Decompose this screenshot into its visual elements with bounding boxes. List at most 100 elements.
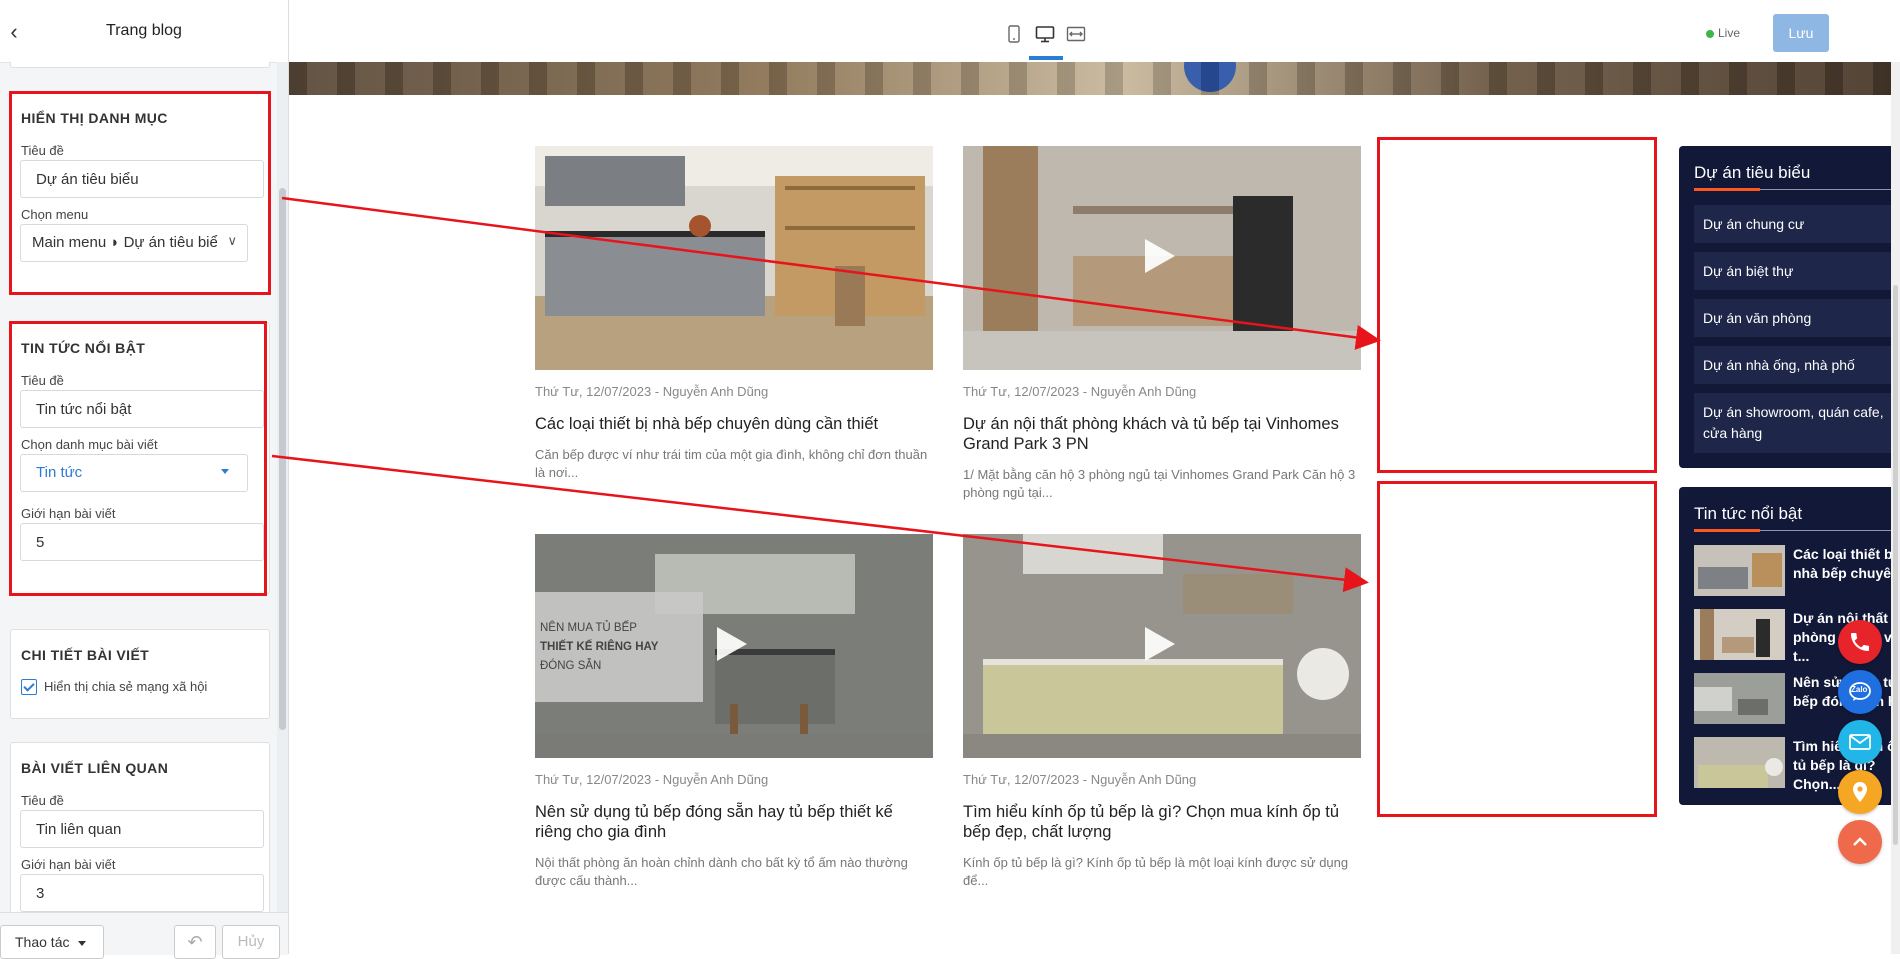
related-posts-card: BÀI VIẾT LIÊN QUAN Tiêu đề Giới hạn bài … xyxy=(10,742,270,912)
related-title-label: Tiêu đề xyxy=(21,793,64,808)
featured-limit-input[interactable] xyxy=(20,523,264,561)
featured-category-value: Tin tức xyxy=(36,464,83,481)
post-title[interactable]: Tìm hiểu kính ốp tủ bếp là gì? Chọn mua … xyxy=(963,802,1361,842)
widget-divider-accent xyxy=(1694,188,1760,191)
post-excerpt: Căn bếp được ví như trái tim của một gia… xyxy=(535,447,928,480)
sidebar-title: Trang blog xyxy=(106,22,182,39)
widget-menu-item[interactable]: Dự án nhà ống, nhà phố xyxy=(1694,346,1891,384)
post-thumbnail[interactable] xyxy=(963,146,1361,370)
related-title-input[interactable] xyxy=(20,810,264,848)
post-meta: Thứ Tư, 12/07/2023 - Nguyễn Anh Dũng xyxy=(535,772,769,787)
mail-icon xyxy=(1849,734,1871,750)
category-menu-label: Chọn menu xyxy=(21,207,89,222)
news-thumbnail[interactable] xyxy=(1694,609,1785,660)
widget-menu-item[interactable]: Dự án showroom, quán cafe, cửa hàng xyxy=(1694,393,1891,453)
zalo-label: Zalo xyxy=(1851,685,1868,694)
live-status-dot xyxy=(1706,30,1714,38)
overlay-line: NÊN MUA TỦ BẾP xyxy=(540,622,637,634)
page-preview: Thứ Tư, 12/07/2023 - Nguyễn Anh Dũng Các… xyxy=(289,62,1891,954)
category-menu-value: Main menu ◗ Dự án tiêu biểu xyxy=(32,234,218,251)
play-icon[interactable] xyxy=(717,627,747,661)
post-meta: Thứ Tư, 12/07/2023 - Nguyễn Anh Dũng xyxy=(963,772,1197,787)
widget-menu-item[interactable]: Dự án biệt thự xyxy=(1694,252,1891,290)
share-checkbox[interactable] xyxy=(21,679,37,695)
widget-divider xyxy=(1694,529,1891,532)
desktop-view-icon[interactable] xyxy=(1035,24,1055,44)
category-display-card: HIỂN THỊ DANH MỤC Tiêu đề Chọn menu Main… xyxy=(10,92,270,294)
settings-sidebar: ‹ Trang blog HIỂN THỊ DANH MỤC Tiêu đề C… xyxy=(0,0,289,959)
related-limit-input[interactable] xyxy=(20,874,264,912)
share-checkbox-label: Hiển thị chia sẻ mạng xã hội xyxy=(44,679,208,694)
post-meta: Thứ Tư, 12/07/2023 - Nguyễn Anh Dũng xyxy=(535,384,769,399)
location-pin-icon xyxy=(1853,782,1867,802)
phone-icon xyxy=(1851,633,1869,651)
editor-toolbar: Live Lưu xyxy=(289,0,1900,63)
category-title-label: Tiêu đề xyxy=(21,143,64,158)
play-icon[interactable] xyxy=(1145,239,1175,273)
featured-news-heading: TIN TỨC NỔI BẬT xyxy=(21,340,146,356)
sidebar-footer: Thao tác ↶ Hủy xyxy=(0,912,288,959)
sidebar-scroll-area: HIỂN THỊ DANH MỤC Tiêu đề Chọn menu Main… xyxy=(0,62,276,912)
zalo-button[interactable]: Zalo xyxy=(1838,670,1882,714)
live-status-label: Live xyxy=(1718,26,1741,40)
category-menu-select[interactable]: Main menu ◗ Dự án tiêu biểu ∨ xyxy=(20,224,248,262)
caret-down-icon xyxy=(78,941,86,946)
projects-widget-title: Dự án tiêu biểu xyxy=(1694,163,1811,182)
phone-button[interactable] xyxy=(1838,620,1882,664)
featured-limit-label: Giới hạn bài viết xyxy=(21,506,116,521)
blog-post-card[interactable]: NÊN MUA TỦ BẾP THIẾT KẾ RIÊNG HAY ĐÓNG S… xyxy=(535,534,933,888)
post-detail-card: CHI TIẾT BÀI VIẾT Hiển thị chia sẻ mạng … xyxy=(10,629,270,719)
overlay-line: THIẾT KẾ RIÊNG HAY xyxy=(540,641,659,653)
widget-menu-item[interactable]: Dự án chung cư xyxy=(1694,205,1891,243)
post-excerpt: 1/ Mặt bằng căn hộ 3 phòng ngủ tại Vinho… xyxy=(963,467,1356,500)
post-meta: Thứ Tư, 12/07/2023 - Nguyễn Anh Dũng xyxy=(963,384,1197,399)
post-excerpt: Nội thất phòng ăn hoàn chỉnh dành cho bấ… xyxy=(535,855,908,888)
preview-scrollbar-thumb[interactable] xyxy=(1893,285,1898,845)
related-limit-label: Giới hạn bài viết xyxy=(21,857,116,872)
category-title-input[interactable] xyxy=(20,160,264,198)
sidebar-scrollbar-thumb[interactable] xyxy=(279,188,286,730)
widget-divider xyxy=(1694,188,1891,191)
featured-title-input[interactable] xyxy=(20,390,264,428)
post-thumbnail[interactable]: NÊN MUA TỦ BẾP THIẾT KẾ RIÊNG HAY ĐÓNG S… xyxy=(535,534,933,758)
email-button[interactable] xyxy=(1838,720,1882,764)
previous-settings-card xyxy=(10,62,270,68)
post-title[interactable]: Nên sử dụng tủ bếp đóng sẵn hay tủ bếp t… xyxy=(535,802,933,842)
thumbnail-overlay-text: NÊN MUA TỦ BẾP THIẾT KẾ RIÊNG HAY ĐÓNG S… xyxy=(540,619,658,676)
news-item-title[interactable]: Các loại thiết bị nhà bếp chuyên... xyxy=(1793,545,1891,583)
post-title[interactable]: Dự án nội thất phòng khách và tủ bếp tại… xyxy=(963,414,1361,454)
post-title[interactable]: Các loại thiết bị nhà bếp chuyên dùng cầ… xyxy=(535,414,933,434)
featured-title-label: Tiêu đề xyxy=(21,373,64,388)
blog-post-card[interactable]: Thứ Tư, 12/07/2023 - Nguyễn Anh Dũng Các… xyxy=(535,146,933,480)
news-thumbnail[interactable] xyxy=(1694,545,1785,596)
post-excerpt: Kính ốp tủ bếp là gì? Kính ốp tủ bếp là … xyxy=(963,855,1349,888)
featured-category-select[interactable]: Tin tức xyxy=(20,454,248,492)
featured-news-card: TIN TỨC NỔI BẬT Tiêu đề Chọn danh mục bà… xyxy=(10,322,270,594)
post-thumbnail[interactable] xyxy=(963,534,1361,758)
actions-label: Thao tác xyxy=(15,934,70,950)
blog-post-card[interactable]: Thứ Tư, 12/07/2023 - Nguyễn Anh Dũng Dự … xyxy=(963,146,1361,500)
projects-widget: Dự án tiêu biểu Dự án chung cư Dự án biệ… xyxy=(1679,146,1891,468)
related-posts-heading: BÀI VIẾT LIÊN QUAN xyxy=(21,760,169,776)
undo-icon: ↶ xyxy=(187,932,203,952)
play-icon[interactable] xyxy=(1145,627,1175,661)
widget-divider-accent xyxy=(1694,529,1760,532)
fullwidth-view-icon[interactable] xyxy=(1066,24,1086,44)
widget-menu-item[interactable]: Dự án văn phòng xyxy=(1694,299,1891,337)
sidebar-header: ‹ Trang blog xyxy=(0,0,288,63)
category-display-heading: HIỂN THỊ DANH MỤC xyxy=(21,110,168,126)
map-button[interactable] xyxy=(1838,770,1882,814)
news-thumbnail[interactable] xyxy=(1694,673,1785,724)
active-view-indicator xyxy=(1029,56,1063,60)
scroll-top-button[interactable] xyxy=(1838,820,1882,864)
blog-post-card[interactable]: Thứ Tư, 12/07/2023 - Nguyễn Anh Dũng Tìm… xyxy=(963,534,1361,888)
news-thumbnail[interactable] xyxy=(1694,737,1785,788)
hero-decor xyxy=(1184,62,1236,92)
chevron-up-icon xyxy=(1853,837,1867,846)
save-button[interactable]: Lưu xyxy=(1773,14,1829,52)
post-detail-heading: CHI TIẾT BÀI VIẾT xyxy=(21,647,150,663)
post-thumbnail[interactable] xyxy=(535,146,933,370)
overlay-line: ĐÓNG SẴN xyxy=(540,660,602,672)
mobile-view-icon[interactable] xyxy=(1004,24,1024,44)
chevron-down-icon: ∨ xyxy=(227,233,237,248)
